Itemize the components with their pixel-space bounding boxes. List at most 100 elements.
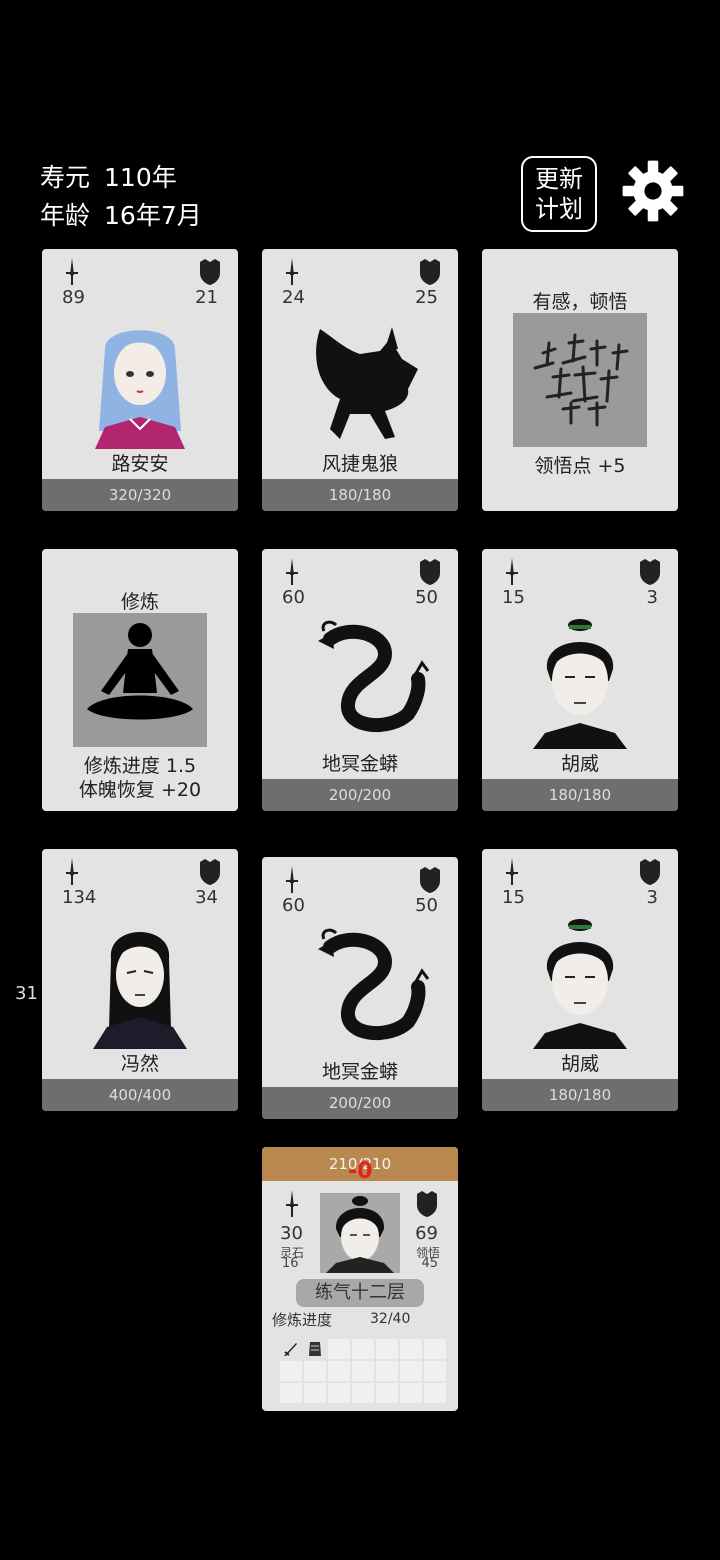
inventory-slot[interactable]	[424, 1383, 446, 1403]
card-name: 地冥金蟒	[321, 753, 398, 775]
sword-icon	[286, 1190, 298, 1217]
inventory-slot[interactable]	[352, 1383, 374, 1403]
inventory-slot[interactable]	[304, 1361, 326, 1381]
armor-item-icon[interactable]	[304, 1339, 326, 1359]
lifespan-value: 110年	[104, 163, 177, 192]
serpent-silhouette	[262, 927, 458, 1057]
defense-value: 50	[415, 587, 438, 608]
inventory-grid	[280, 1339, 446, 1403]
inventory-slot[interactable]	[376, 1383, 398, 1403]
hp-bar: 180/180	[262, 479, 458, 511]
attack-value: 60	[282, 587, 305, 608]
shield-icon	[640, 859, 660, 885]
inventory-slot[interactable]	[424, 1361, 446, 1381]
defense-value: 25	[415, 287, 438, 308]
shield-icon	[420, 259, 440, 285]
inventory-slot[interactable]	[304, 1383, 326, 1403]
player-card[interactable]: 210/210 -0 30 灵石 16 69 领悟 45 练气十二层 修炼进度 …	[262, 1147, 458, 1411]
shield-icon	[420, 559, 440, 585]
progress-value: 32/40	[370, 1311, 411, 1327]
event-effect: 领悟点 +5	[534, 455, 626, 477]
sword-icon	[286, 558, 298, 585]
sword-item-icon[interactable]	[280, 1339, 302, 1359]
defense-value: 50	[415, 895, 438, 916]
lifespan-label: 寿元	[40, 163, 91, 192]
inventory-slot[interactable]	[400, 1361, 422, 1381]
progress-label: 修炼进度	[272, 1311, 333, 1329]
sword-icon	[66, 858, 78, 885]
insight-value: 45	[421, 1256, 438, 1271]
card-name: 胡威	[560, 1053, 599, 1075]
sword-icon	[286, 866, 298, 893]
update-plan-button[interactable]: 更新 计划	[521, 156, 597, 232]
card-name: 胡威	[560, 753, 599, 775]
inventory-slot[interactable]	[376, 1339, 398, 1359]
hp-bar: 400/400	[42, 1079, 238, 1111]
update-plan-line1: 更新	[535, 165, 583, 193]
attack-value: 89	[62, 287, 85, 308]
inventory-slot[interactable]	[328, 1383, 350, 1403]
hp-bar: 200/200	[262, 1087, 458, 1119]
event-title: 有感，顿悟	[532, 291, 628, 313]
age-value: 16年7月	[104, 201, 202, 230]
inventory-slot[interactable]	[400, 1339, 422, 1359]
wolf-silhouette	[262, 319, 458, 449]
event-card-cultivate[interactable]: 修炼 修炼进度 1.5 体魄恢复 +20	[42, 549, 238, 811]
shield-icon	[640, 559, 660, 585]
spirit-stone-value: 16	[282, 1256, 299, 1271]
serpent-silhouette	[262, 619, 458, 749]
attack-value: 60	[282, 895, 305, 916]
card-name: 冯然	[120, 1053, 159, 1075]
inventory-slot[interactable]	[280, 1361, 302, 1381]
sword-icon	[506, 858, 518, 885]
portrait-girl	[42, 319, 238, 449]
shield-icon	[417, 1191, 437, 1217]
card-name: 风捷鬼狼	[321, 453, 398, 475]
inventory-slot[interactable]	[328, 1361, 350, 1381]
event-card-insight[interactable]: 有感，顿悟 领悟点 +5	[482, 249, 678, 511]
damage-indicator: -0	[348, 1159, 373, 1184]
meditation-image	[73, 613, 207, 747]
age-label: 年龄	[40, 201, 91, 230]
calligraphy-image	[513, 313, 647, 447]
sword-icon	[66, 258, 78, 285]
inventory-slot[interactable]	[328, 1339, 350, 1359]
hp-bar: 180/180	[482, 1079, 678, 1111]
gear-icon[interactable]	[620, 158, 686, 224]
defense-value: 34	[195, 887, 218, 908]
sword-icon	[506, 558, 518, 585]
shield-icon	[200, 859, 220, 885]
inventory-slot[interactable]	[352, 1339, 374, 1359]
attack-value: 15	[502, 887, 525, 908]
enemy-card-huwei[interactable]: 15 3 胡威 180/180	[482, 549, 678, 811]
event-title: 修炼	[120, 591, 159, 613]
realm-badge: 练气十二层	[296, 1279, 424, 1307]
side-number: 31	[15, 983, 38, 1004]
attack-value: 24	[282, 287, 305, 308]
enemy-card-python-2[interactable]: 60 50 地冥金蟒 200/200	[262, 857, 458, 1119]
enemy-card-wolf[interactable]: 24 25 风捷鬼狼 180/180	[262, 249, 458, 511]
hp-bar: 180/180	[482, 779, 678, 811]
enemy-card-python[interactable]: 60 50 地冥金蟒 200/200	[262, 549, 458, 811]
card-name: 路安安	[111, 453, 169, 475]
portrait-young-man	[482, 919, 678, 1049]
card-name: 地冥金蟒	[321, 1061, 398, 1083]
portrait-young-man	[482, 619, 678, 749]
shield-icon	[200, 259, 220, 285]
player-avatar	[320, 1193, 400, 1273]
inventory-slot[interactable]	[280, 1383, 302, 1403]
event-effect-progress: 修炼进度 1.5	[83, 755, 197, 777]
event-effect-recover: 体魄恢复 +20	[78, 779, 202, 801]
enemy-card-luanan[interactable]: 89 21 路安安 320/320	[42, 249, 238, 511]
age-row: 年龄 16年7月	[40, 196, 202, 232]
defense-value: 21	[195, 287, 218, 308]
enemy-card-fengran[interactable]: 134 34 冯然 400/400	[42, 849, 238, 1111]
inventory-slot[interactable]	[400, 1383, 422, 1403]
update-plan-line2: 计划	[535, 195, 583, 223]
enemy-card-huwei-2[interactable]: 15 3 胡威 180/180	[482, 849, 678, 1111]
inventory-slot[interactable]	[424, 1339, 446, 1359]
inventory-slot[interactable]	[352, 1361, 374, 1381]
inventory-slot[interactable]	[376, 1361, 398, 1381]
sword-icon	[286, 258, 298, 285]
lifespan-row: 寿元 110年	[40, 158, 202, 194]
